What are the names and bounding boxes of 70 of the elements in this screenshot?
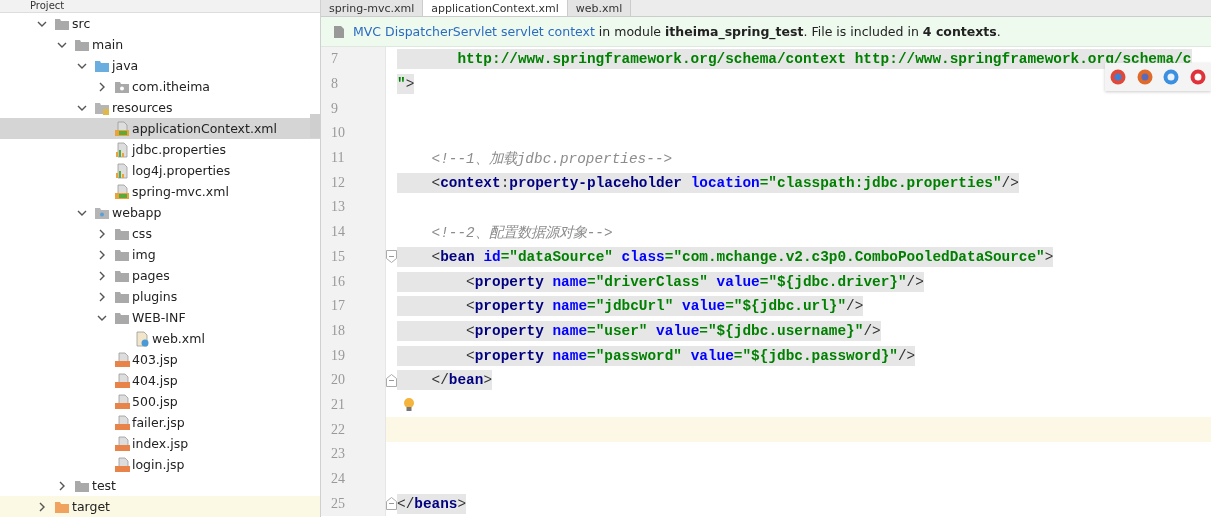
line-number: 14 (331, 224, 345, 241)
lightbulb-icon[interactable] (403, 396, 415, 413)
context-link[interactable]: MVC DispatcherServlet servlet context (353, 24, 595, 39)
jsp-file-icon (114, 435, 130, 452)
line-number: 20 (331, 372, 345, 389)
line-number: 24 (331, 471, 345, 488)
tree-item[interactable]: resources (0, 97, 320, 118)
jsp-file-icon (114, 372, 130, 389)
notification-text: MVC DispatcherServlet servlet context in module itheima_spring_test. File is included in 4 contexts. (353, 24, 1001, 39)
tree-item[interactable]: test (0, 475, 320, 496)
document-icon (333, 24, 345, 39)
tree-item[interactable]: web.xml (0, 328, 320, 349)
tree-item[interactable]: com.itheima (0, 76, 320, 97)
tree-item[interactable]: src (0, 13, 320, 34)
editor-tab[interactable]: web.xml (567, 0, 632, 16)
tree-item[interactable]: 403.jsp (0, 349, 320, 370)
line-number: 23 (331, 446, 345, 463)
line-number: 19 (331, 347, 345, 364)
tree-item[interactable]: css (0, 223, 320, 244)
line-number: 18 (331, 322, 345, 339)
properties-file-icon (114, 162, 130, 179)
fold-marker-icon[interactable] (386, 250, 397, 264)
tree-item[interactable]: index.jsp (0, 433, 320, 454)
tree-item[interactable]: target (0, 496, 320, 517)
scrollbar-thumb[interactable] (310, 114, 320, 138)
fold-marker-icon[interactable] (386, 497, 397, 511)
line-number: 10 (331, 125, 345, 142)
safari-icon[interactable] (1163, 69, 1180, 85)
line-number: 16 (331, 273, 345, 290)
tree-item[interactable]: WEB-INF (0, 307, 320, 328)
line-number: 13 (331, 199, 345, 216)
tree-item[interactable]: failer.jsp (0, 412, 320, 433)
tree-item[interactable]: webapp (0, 202, 320, 223)
tree-item[interactable]: java (0, 55, 320, 76)
line-number: 7 (331, 51, 338, 68)
chrome-icon[interactable] (1110, 69, 1127, 85)
tree-item[interactable]: plugins (0, 286, 320, 307)
tree-item[interactable]: log4j.properties (0, 160, 320, 181)
firefox-icon[interactable] (1136, 69, 1153, 85)
tree-item[interactable]: jdbc.properties (0, 139, 320, 160)
line-number: 22 (331, 421, 345, 438)
tree-item[interactable]: spring-mvc.xml (0, 181, 320, 202)
jsp-file-icon (114, 414, 130, 431)
opera-icon[interactable] (1189, 69, 1206, 85)
tree-item[interactable]: 500.jsp (0, 391, 320, 412)
tree-item[interactable]: 404.jsp (0, 370, 320, 391)
line-number: 9 (331, 100, 338, 117)
xml-file-icon (114, 120, 130, 137)
tree-item[interactable]: pages (0, 265, 320, 286)
tree-item[interactable]: img (0, 244, 320, 265)
tree-item[interactable]: applicationContext.xml (0, 118, 320, 139)
tree-item[interactable]: login.jsp (0, 454, 320, 475)
xml-file-icon (114, 183, 130, 200)
tree-item[interactable]: main (0, 34, 320, 55)
editor-tab[interactable]: applicationContext.xml (423, 0, 568, 16)
panel-title[interactable]: Project (30, 1, 65, 11)
web-xml-icon (134, 330, 150, 347)
line-number: 21 (331, 396, 345, 413)
jsp-file-icon (114, 351, 130, 368)
line-number: 12 (331, 174, 345, 191)
line-number: 15 (331, 248, 345, 265)
jsp-file-icon (114, 393, 130, 410)
fold-marker-icon[interactable] (386, 373, 397, 387)
line-number: 11 (331, 150, 345, 167)
jsp-file-icon (114, 456, 130, 473)
properties-file-icon (114, 141, 130, 158)
line-number: 25 (331, 495, 345, 512)
line-number: 8 (331, 76, 338, 93)
editor-tab[interactable]: spring-mvc.xml (321, 0, 424, 16)
line-number: 17 (331, 298, 345, 315)
